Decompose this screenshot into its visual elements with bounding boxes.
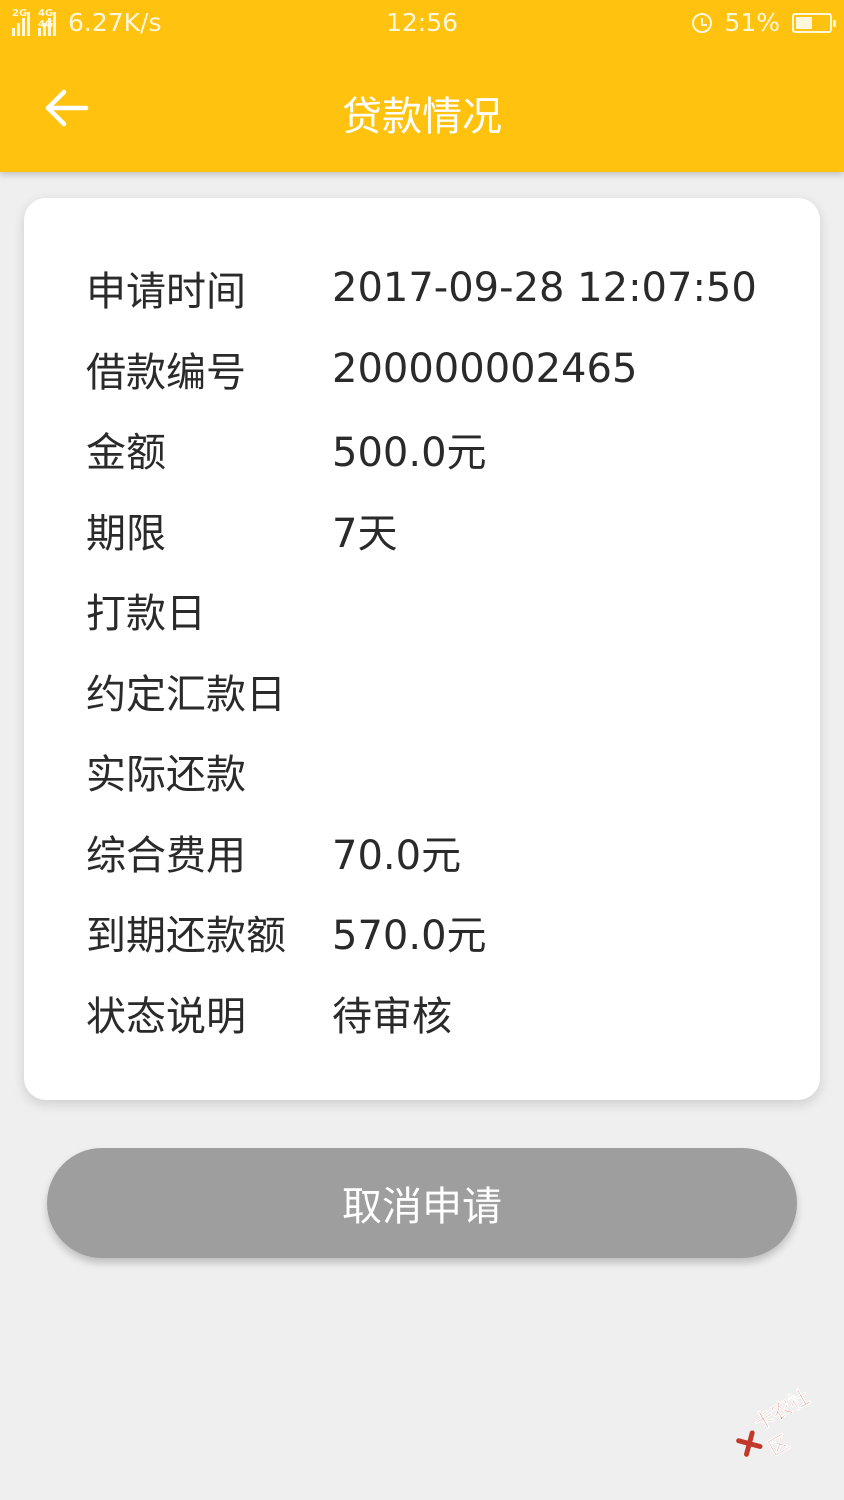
detail-label: 期限 (86, 511, 166, 557)
detail-label: 打款日 (86, 591, 206, 637)
detail-row-apply-time: 申请时间 2017-09-28 12:07:50 (86, 258, 757, 318)
status-right: 51% (692, 8, 836, 37)
cancel-application-button[interactable]: 取消申请 (47, 1148, 797, 1258)
detail-row-loan-number: 借款编号 200000002465 (86, 339, 637, 399)
detail-label: 到期还款额 (86, 913, 286, 959)
detail-label: 申请时间 (86, 269, 246, 315)
detail-label: 实际还款 (86, 752, 246, 798)
detail-label: 状态说明 (86, 994, 246, 1040)
detail-label: 综合费用 (86, 833, 246, 879)
detail-row-agreed-date: 约定汇款日 (86, 661, 332, 721)
app-bar: 2G 4G 4G 6.27K/s 12:56 51% 贷款情况 (0, 0, 844, 172)
status-value: 待审核 (332, 994, 452, 1040)
status-bar: 2G 4G 4G 6.27K/s 12:56 51% (0, 0, 844, 46)
detail-row-payout-date: 打款日 (86, 580, 332, 640)
watermark: 卡农社区 (726, 1372, 844, 1474)
detail-row-status: 状态说明 待审核 (86, 983, 452, 1043)
detail-row-term: 期限 7天 (86, 500, 397, 560)
battery-icon (792, 12, 836, 33)
detail-row-actual-repayment: 实际还款 (86, 741, 332, 801)
detail-value: 570.0元 (332, 913, 487, 959)
detail-value: 200000002465 (332, 346, 638, 392)
detail-label: 约定汇款日 (86, 672, 286, 718)
detail-value: 70.0元 (332, 833, 462, 879)
detail-value: 500.0元 (332, 430, 487, 476)
detail-label: 金额 (86, 430, 166, 476)
detail-value: 2017-09-28 12:07:50 (332, 265, 757, 311)
detail-label: 借款编号 (86, 350, 246, 396)
page-title: 贷款情况 (342, 94, 502, 140)
detail-row-due-amount: 到期还款额 570.0元 (86, 902, 487, 962)
detail-row-fees: 综合费用 70.0元 (86, 822, 461, 882)
detail-value: 7天 (332, 511, 398, 557)
loan-detail-card: 申请时间 2017-09-28 12:07:50 借款编号 2000000024… (24, 198, 820, 1100)
detail-row-amount: 金额 500.0元 (86, 419, 487, 479)
alarm-icon (692, 12, 713, 33)
battery-percent: 51% (724, 8, 780, 37)
